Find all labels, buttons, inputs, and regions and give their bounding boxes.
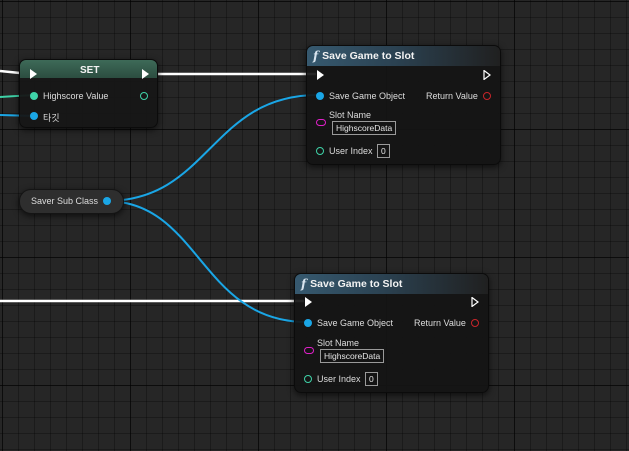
save-game-to-slot-node[interactable]: f Save Game to Slot Save Game Object Ret…: [294, 273, 489, 393]
saver-sub-class-output-pin[interactable]: [103, 197, 111, 205]
return-value-pin[interactable]: [483, 92, 491, 100]
slot-name-field[interactable]: HighscoreData: [320, 349, 385, 363]
user-index-label: User Index: [317, 374, 361, 384]
function-icon: f: [301, 277, 307, 291]
saver-sub-class-node[interactable]: Saver Sub Class: [19, 189, 124, 214]
exec-out-pin[interactable]: [471, 297, 479, 307]
save-game-to-slot-node[interactable]: f Save Game to Slot Save Game Object Ret…: [306, 45, 501, 165]
user-index-field[interactable]: 0: [377, 144, 390, 158]
set-exec-in-pin[interactable]: [30, 69, 37, 79]
set-node-title: SET: [80, 65, 100, 76]
slot-name-pin[interactable]: [316, 119, 326, 126]
save-game-object-pin[interactable]: [304, 319, 312, 327]
exec-in-pin[interactable]: [317, 70, 324, 80]
return-value-pin[interactable]: [471, 319, 479, 327]
save-game-object-label: Save Game Object: [329, 91, 406, 101]
highscore-value-output-pin[interactable]: [140, 92, 148, 100]
function-icon: f: [313, 49, 319, 63]
target-input-pin[interactable]: [30, 112, 38, 120]
slot-name-label: Slot Name: [317, 338, 360, 348]
save-game-object-label: Save Game Object: [317, 318, 394, 328]
slot-name-pin[interactable]: [304, 347, 314, 354]
user-index-field[interactable]: 0: [365, 372, 378, 386]
saver-sub-class-label: Saver Sub Class: [31, 196, 99, 206]
target-label: 타깃: [43, 113, 60, 123]
node-title: Save Game to Slot: [310, 278, 403, 290]
return-value-label: Return Value: [414, 318, 466, 328]
highscore-value-input-pin[interactable]: [30, 92, 38, 100]
node-header: f Save Game to Slot: [295, 274, 488, 294]
exec-in-pin[interactable]: [305, 297, 312, 307]
return-value-label: Return Value: [426, 91, 478, 101]
exec-out-pin[interactable]: [483, 70, 491, 80]
object-wire-to-save-2: [105, 200, 308, 323]
user-index-label: User Index: [329, 146, 373, 156]
slot-name-field[interactable]: HighscoreData: [332, 121, 397, 135]
user-index-pin[interactable]: [316, 147, 324, 155]
set-node[interactable]: SET Highscore Value 타깃: [19, 59, 158, 128]
node-header: f Save Game to Slot: [307, 46, 500, 66]
highscore-value-label: Highscore Value: [43, 91, 109, 101]
slot-name-label: Slot Name: [329, 110, 372, 120]
user-index-pin[interactable]: [304, 375, 312, 383]
node-title: Save Game to Slot: [322, 50, 415, 62]
save-game-object-pin[interactable]: [316, 92, 324, 100]
set-exec-out-pin[interactable]: [142, 69, 149, 79]
